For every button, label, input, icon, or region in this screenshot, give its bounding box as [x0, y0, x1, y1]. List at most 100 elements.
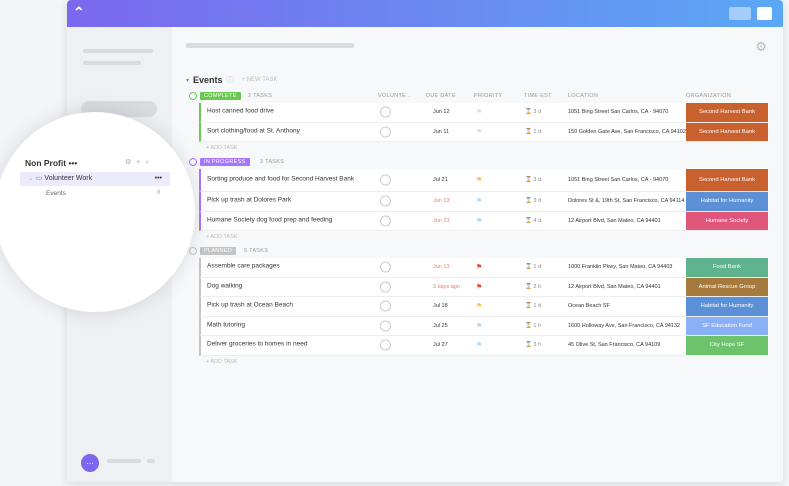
clickup-logo-icon[interactable]: ⌃: [73, 4, 91, 22]
task-row[interactable]: Assemble care packages Jun 13 ⚑ ⌛ 1 d 10…: [199, 258, 768, 278]
due-date[interactable]: Jul 18: [433, 303, 448, 309]
task-row[interactable]: Host canned food drive Jun 12 ⚑ ⌛ 3 d 10…: [199, 103, 768, 123]
location[interactable]: Dolores St &, 19th St, San Francisco, CA…: [568, 198, 686, 204]
column-header[interactable]: VOLUNTE...: [378, 93, 412, 99]
priority-flag-icon[interactable]: ⚑: [476, 217, 482, 225]
task-name[interactable]: Sorting produce and food for Second Harv…: [207, 176, 367, 185]
status-badge[interactable]: IN PROGRESS: [200, 158, 250, 166]
task-row[interactable]: Dog walking 3 days ago ⚑ ⌛ 2 h 12 Airpor…: [199, 277, 768, 297]
due-date[interactable]: Jul 21: [433, 177, 448, 183]
time-estimate[interactable]: ⌛ 3 d: [525, 198, 541, 204]
organization-tag[interactable]: City Hope SF: [686, 336, 768, 355]
priority-flag-icon[interactable]: ⚑: [476, 176, 482, 184]
column-header[interactable]: LOCATION: [568, 93, 598, 99]
priority-flag-icon[interactable]: ⚑: [476, 108, 482, 116]
assignee-avatar-icon[interactable]: [380, 281, 391, 293]
priority-flag-icon[interactable]: ⚑: [476, 341, 482, 349]
priority-flag-icon[interactable]: ⚑: [476, 302, 482, 310]
organization-tag[interactable]: Animal Rescue Group: [686, 277, 768, 296]
task-row[interactable]: Math tutoring Jul 25 ⚑ ⌛ 1 h 1600 Hollow…: [199, 316, 768, 336]
time-estimate[interactable]: ⌛ 1 d: [525, 129, 541, 135]
task-name[interactable]: Pick up trash at Dolores Park: [207, 197, 367, 206]
location[interactable]: 12 Airport Blvd, San Mateo, CA 94401: [568, 218, 686, 224]
assignee-avatar-icon[interactable]: [380, 300, 391, 312]
time-estimate[interactable]: ⌛ 3 d: [525, 177, 541, 183]
gear-icon[interactable]: ⚙: [125, 159, 136, 166]
organization-tag[interactable]: Second Harvest Bank: [686, 122, 768, 141]
organization-tag[interactable]: Humane Society: [686, 211, 768, 230]
column-header[interactable]: DUE DATE: [426, 93, 456, 99]
add-task-button[interactable]: + ADD TASK: [186, 142, 768, 155]
status-badge[interactable]: PLANNED: [200, 247, 237, 255]
due-date[interactable]: Jun 12: [433, 109, 450, 115]
due-date[interactable]: Jun 13: [433, 198, 450, 204]
assignee-avatar-icon[interactable]: [380, 106, 391, 118]
assignee-avatar-icon[interactable]: [380, 339, 391, 351]
location[interactable]: 1051 Bing Street San Carlos, CA - 94070: [568, 177, 686, 183]
location[interactable]: Ocean Beach SF: [568, 303, 686, 309]
priority-flag-icon[interactable]: ⚑: [476, 197, 482, 205]
column-header[interactable]: ORGANIZATION: [686, 93, 731, 99]
toolbar-button[interactable]: [729, 7, 751, 20]
organization-tag[interactable]: Habitat for Humanity: [686, 192, 768, 211]
due-date[interactable]: Jun 11: [433, 129, 449, 135]
location[interactable]: 1600 Holloway Ave, San Francisco, CA 941…: [568, 323, 686, 329]
organization-tag[interactable]: SF Education Fund: [686, 316, 768, 335]
task-row[interactable]: Humane Society dog food prep and feeding…: [199, 211, 768, 231]
time-estimate[interactable]: ⌛ 1 d: [525, 264, 541, 270]
priority-flag-icon[interactable]: ⚑: [476, 283, 482, 291]
toolbar-button[interactable]: [757, 7, 772, 20]
priority-flag-icon[interactable]: ⚑: [476, 322, 482, 330]
assignee-avatar-icon[interactable]: [380, 174, 391, 186]
due-date[interactable]: 3 days ago: [433, 284, 460, 290]
due-date[interactable]: Jun 23: [433, 218, 450, 224]
location[interactable]: 1051 Bing Street San Carlos, CA - 94070: [568, 109, 686, 115]
collapse-icon[interactable]: ▾: [186, 77, 189, 84]
location[interactable]: 12 Airport Blvd, San Mateo, CA 94401: [568, 284, 686, 290]
add-task-button[interactable]: + ADD TASK: [186, 231, 768, 244]
plus-icon[interactable]: +: [136, 159, 145, 166]
column-header[interactable]: TIME EST.: [524, 93, 553, 99]
organization-tag[interactable]: Habitat for Humanity: [686, 297, 768, 316]
space-more-icon[interactable]: •••: [68, 158, 77, 168]
time-estimate[interactable]: ⌛ 1 h: [525, 323, 541, 329]
task-name[interactable]: Sort clothing/food at St. Anthony: [207, 127, 367, 136]
organization-tag[interactable]: Food Bank: [686, 258, 768, 277]
time-estimate[interactable]: ⌛ 3 d: [525, 109, 541, 115]
assignee-avatar-icon[interactable]: [380, 320, 391, 332]
time-estimate[interactable]: ⌛ 4 d: [525, 218, 541, 224]
collapse-group-icon[interactable]: [189, 247, 197, 255]
task-name[interactable]: Pick up trash at Ocean Beach: [207, 302, 367, 311]
task-row[interactable]: Pick up trash at Dolores Park Jun 13 ⚑ ⌛…: [199, 192, 768, 212]
add-task-button[interactable]: + ADD TASK: [186, 356, 768, 369]
folder-more-icon[interactable]: •••: [155, 172, 162, 186]
collapse-group-icon[interactable]: [189, 92, 197, 100]
time-estimate[interactable]: ⌛ 2 h: [525, 284, 541, 290]
task-name[interactable]: Deliver groceries to homes in need: [207, 341, 367, 350]
assignee-avatar-icon[interactable]: [380, 195, 391, 207]
task-name[interactable]: Assemble care packages: [207, 263, 367, 272]
priority-flag-icon[interactable]: ⚑: [476, 263, 482, 271]
sidebar-item-volunteer-work[interactable]: ⌄ ▭ Volunteer Work •••: [20, 172, 170, 186]
task-row[interactable]: Sort clothing/food at St. Anthony Jun 11…: [199, 122, 768, 142]
chat-icon[interactable]: …: [81, 454, 99, 472]
organization-tag[interactable]: Second Harvest Bank: [686, 103, 768, 122]
column-header[interactable]: PRIORITY: [474, 93, 502, 99]
search-icon[interactable]: ⌕: [145, 159, 154, 166]
priority-flag-icon[interactable]: ⚑: [476, 128, 482, 136]
space-name[interactable]: Non Profit •••: [25, 158, 77, 168]
status-badge[interactable]: COMPLETE: [200, 92, 241, 100]
task-row[interactable]: Deliver groceries to homes in need Jul 2…: [199, 336, 768, 356]
assignee-avatar-icon[interactable]: [380, 215, 391, 227]
task-name[interactable]: Dog walking: [207, 282, 367, 291]
settings-gear-icon[interactable]: ⚙: [755, 39, 767, 55]
location[interactable]: 45 Olive St, San Francisco, CA 94109: [568, 342, 686, 348]
assignee-avatar-icon[interactable]: [380, 261, 391, 273]
collapse-group-icon[interactable]: [189, 158, 197, 166]
sidebar-item-events[interactable]: Events: [46, 190, 66, 197]
due-date[interactable]: Jun 13: [433, 264, 450, 270]
task-name[interactable]: Humane Society dog food prep and feeding: [207, 216, 367, 225]
location[interactable]: 1000 Franklin Pkwy, San Mateo, CA 94403: [568, 264, 686, 270]
time-estimate[interactable]: ⌛ 1 d: [525, 303, 541, 309]
task-name[interactable]: Math tutoring: [207, 321, 367, 330]
